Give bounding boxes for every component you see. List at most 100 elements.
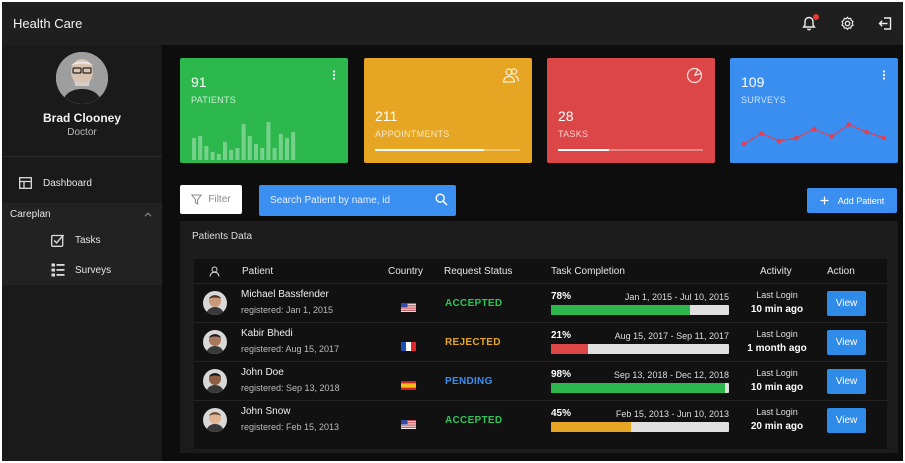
view-button[interactable]: View bbox=[827, 291, 866, 316]
activity-time: 1 month ago bbox=[747, 343, 807, 354]
task-progress-bar bbox=[551, 305, 729, 315]
tasks-progress-fill bbox=[558, 149, 609, 151]
request-status: PENDING bbox=[445, 376, 493, 387]
patients-table: Patient Country Request Status Task Comp… bbox=[194, 259, 887, 449]
top-bar: Health Care bbox=[2, 2, 903, 45]
header-task-completion: Task Completion bbox=[551, 266, 625, 277]
patient-name: John Snow bbox=[241, 406, 291, 417]
gear-icon[interactable] bbox=[839, 16, 855, 32]
surveys-card[interactable]: 109 SURVEYS bbox=[730, 58, 898, 163]
tasks-progress bbox=[558, 149, 703, 151]
patient-avatar bbox=[203, 369, 227, 393]
header-activity: Activity bbox=[760, 266, 792, 277]
tasks-count: 28 bbox=[558, 108, 574, 124]
spark-bar bbox=[235, 148, 240, 160]
sidebar-group-label: Careplan bbox=[10, 208, 51, 220]
spark-bar bbox=[241, 124, 246, 160]
profile-name: Brad Clooney bbox=[42, 111, 121, 125]
spark-point bbox=[829, 134, 834, 139]
table-row[interactable]: John Snow registered: Feb 15, 2013 ACCEPTE… bbox=[194, 400, 887, 439]
profile-avatar bbox=[56, 52, 108, 104]
patients-sparkbar bbox=[192, 122, 296, 160]
spark-bar bbox=[198, 136, 203, 160]
header-action: Action bbox=[827, 266, 855, 277]
view-button[interactable]: View bbox=[827, 330, 866, 355]
header-country: Country bbox=[388, 266, 424, 277]
appointments-progress-fill bbox=[375, 149, 484, 151]
notification-dot bbox=[813, 13, 819, 20]
task-progress-bar bbox=[551, 344, 729, 354]
sidebar-group-careplan[interactable]: Careplan bbox=[2, 203, 162, 225]
patients-card[interactable]: 91 PATIENTS bbox=[180, 58, 348, 163]
plus-icon bbox=[820, 196, 829, 205]
tasks-card[interactable]: 28 TASKS bbox=[547, 58, 715, 163]
table-row[interactable]: John Doe registered: Sep 13, 2018 PENDING 9… bbox=[194, 361, 887, 400]
search-icon[interactable] bbox=[435, 193, 448, 206]
bell-icon[interactable] bbox=[801, 13, 819, 32]
spark-point bbox=[864, 129, 869, 135]
spark-point bbox=[759, 131, 764, 136]
table-row[interactable]: Michael Bassfender registered: Jan 1, 201… bbox=[194, 283, 887, 322]
task-progress-bar bbox=[551, 383, 729, 393]
sidebar-item-label: Dashboard bbox=[43, 177, 92, 189]
patient-avatar bbox=[203, 330, 227, 354]
spark-bar bbox=[216, 154, 221, 160]
task-percent: 45% bbox=[551, 408, 572, 419]
task-dates: Aug 15, 2017 - Sep 11, 2017 bbox=[614, 331, 729, 341]
table-row[interactable]: Kabir Bhedi registered: Aug 15, 2017 REJEC… bbox=[194, 322, 887, 361]
spark-point bbox=[881, 135, 887, 141]
add-patient-button[interactable]: Add Patient bbox=[807, 188, 897, 213]
task-progress-fill bbox=[551, 422, 632, 432]
activity-label: Last Login bbox=[756, 368, 798, 378]
activity-time: 10 min ago bbox=[750, 304, 804, 315]
add-patient-label: Add Patient bbox=[837, 195, 885, 206]
spark-bar bbox=[192, 138, 196, 160]
spark-bar bbox=[210, 152, 215, 160]
patient-avatar bbox=[203, 291, 227, 315]
task-progress-fill bbox=[551, 383, 726, 393]
app-title: Health Care bbox=[13, 16, 83, 31]
appointments-card[interactable]: 211 APPOINTMENTS bbox=[364, 58, 532, 163]
task-percent: 21% bbox=[551, 330, 572, 341]
request-status: ACCEPTED bbox=[445, 298, 503, 309]
patient-registered: registered: Jan 1, 2015 bbox=[241, 305, 334, 315]
spark-bar bbox=[254, 144, 258, 160]
task-percent: 78% bbox=[551, 291, 572, 302]
patient-name: Kabir Bhedi bbox=[241, 328, 293, 339]
activity-time: 10 min ago bbox=[750, 382, 804, 393]
spark-point bbox=[811, 126, 817, 132]
spark-bar bbox=[260, 148, 265, 160]
patient-registered: registered: Aug 15, 2017 bbox=[241, 344, 340, 354]
header-patient: Patient bbox=[242, 266, 274, 277]
country-flag-icon bbox=[401, 338, 416, 351]
sidebar-item-dashboard[interactable]: Dashboard bbox=[2, 169, 162, 197]
appointments-count: 211 bbox=[375, 108, 398, 124]
spark-point bbox=[776, 138, 782, 144]
search-input[interactable]: Search Patient by name, id bbox=[259, 185, 456, 216]
sidebar: Brad Clooney Doctor Dashboard Careplan T… bbox=[2, 45, 162, 461]
sidebar-item-surveys[interactable]: Surveys bbox=[2, 255, 162, 285]
task-progress-fill bbox=[551, 344, 589, 354]
patient-name: Michael Bassfender bbox=[241, 289, 329, 300]
chevron-up-icon bbox=[144, 211, 152, 217]
filter-icon bbox=[191, 194, 203, 205]
filter-button[interactable]: Filter bbox=[180, 185, 242, 214]
activity-label: Last Login bbox=[756, 407, 798, 417]
patients-panel: Patients Data Patient Country Request St… bbox=[180, 221, 898, 453]
tasks-label: TASKS bbox=[558, 129, 589, 139]
sidebar-item-tasks[interactable]: Tasks bbox=[2, 225, 162, 255]
patient-registered: registered: Feb 15, 2013 bbox=[241, 422, 340, 432]
sidebar-item-label: Tasks bbox=[75, 234, 101, 246]
country-flag-icon bbox=[401, 416, 416, 429]
profile-role: Doctor bbox=[67, 127, 97, 138]
sidebar-item-label: Surveys bbox=[75, 264, 112, 276]
view-button[interactable]: View bbox=[827, 408, 866, 433]
spark-bar bbox=[229, 150, 234, 160]
view-button[interactable]: View bbox=[827, 369, 866, 394]
filter-label: Filter bbox=[208, 194, 231, 205]
checkbox-icon bbox=[51, 234, 65, 247]
logout-icon[interactable] bbox=[877, 16, 893, 32]
app-window: Health Care Brad Clooney Doctor Dashboar… bbox=[2, 2, 903, 461]
task-dates: Sep 13, 2018 - Dec 12, 2018 bbox=[613, 370, 729, 380]
spark-bar bbox=[272, 148, 277, 160]
